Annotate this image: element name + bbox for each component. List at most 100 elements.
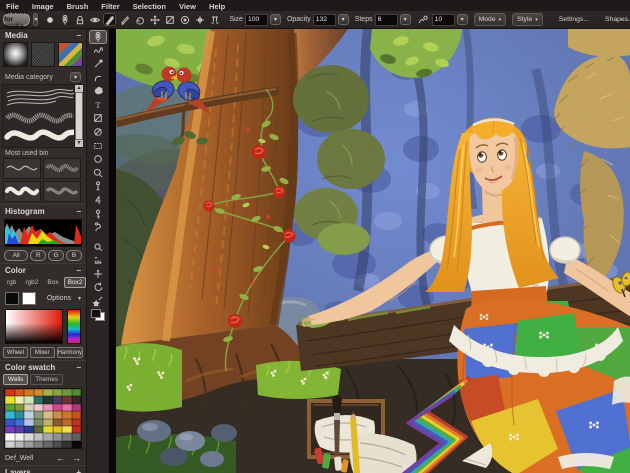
color-well-42[interactable]	[24, 425, 34, 434]
color-well-14[interactable]	[62, 396, 72, 404]
color-well-38[interactable]	[62, 418, 72, 426]
color-well-62[interactable]	[62, 440, 72, 449]
color-well-44[interactable]	[43, 425, 53, 434]
color-well-1[interactable]	[14, 389, 24, 397]
color-tab-box[interactable]: Box	[43, 277, 62, 288]
color-well-50[interactable]	[24, 433, 34, 441]
fg-color-chip[interactable]	[91, 308, 101, 318]
move-tool[interactable]	[89, 267, 107, 281]
color-well-52[interactable]	[43, 433, 53, 441]
media-stroke-list[interactable]: ▲ ▼	[2, 84, 84, 148]
size-value-field[interactable]: 100	[244, 13, 268, 26]
color-well-17[interactable]	[14, 403, 24, 412]
size-dropdown[interactable]: ▾	[269, 14, 281, 25]
thin-wave-thumb[interactable]	[3, 158, 41, 179]
color-well-2[interactable]	[24, 389, 34, 397]
color-well-63[interactable]	[71, 440, 81, 449]
spacing-value-field[interactable]: 10	[431, 13, 455, 26]
color-tab-rgb2[interactable]: rgb2	[21, 277, 42, 288]
color-swatch-collapse-button[interactable]: −	[76, 363, 81, 372]
color-tab-box2[interactable]: Box2	[63, 277, 86, 288]
harmony-button[interactable]: Harmony	[56, 347, 83, 358]
dot-icon[interactable]	[43, 13, 56, 26]
transform-icon[interactable]	[193, 13, 206, 26]
crop-tool[interactable]	[89, 112, 107, 126]
color-well-41[interactable]	[14, 425, 24, 434]
steps-value-field[interactable]: 6	[374, 13, 398, 26]
eye-icon[interactable]	[88, 13, 101, 26]
gray-wave-thumb[interactable]	[43, 181, 81, 202]
background-color-swatch[interactable]	[21, 292, 36, 305]
move-arrows-icon[interactable]	[148, 13, 161, 26]
histogram-channel-g[interactable]: G	[48, 250, 65, 261]
smudge-tool[interactable]	[89, 44, 107, 58]
scroll-down-arrow[interactable]: ▼	[75, 140, 83, 147]
color-well-60[interactable]	[43, 440, 53, 449]
menu-item-brush[interactable]: Brush	[67, 2, 89, 11]
foreground-color-swatch[interactable]	[5, 292, 19, 305]
blob-tool[interactable]	[89, 84, 107, 98]
curve-tool[interactable]	[89, 71, 107, 85]
color-well-29[interactable]	[52, 411, 62, 419]
symmetry-icon[interactable]	[208, 13, 221, 26]
pencil-icon[interactable]	[118, 13, 131, 26]
next-well-arrow[interactable]: →	[72, 453, 81, 463]
zoom-tool[interactable]	[89, 166, 107, 180]
rotate-tool[interactable]	[89, 281, 107, 295]
color-well-39[interactable]	[71, 418, 81, 426]
menu-item-view[interactable]: View	[179, 2, 196, 11]
color-well-21[interactable]	[52, 403, 62, 412]
anchor-tool[interactable]	[89, 193, 107, 207]
menu-item-image[interactable]: Image	[32, 2, 54, 11]
scroll-up-arrow[interactable]: ▲	[75, 85, 83, 92]
line-tool[interactable]	[89, 57, 107, 71]
color-well-11[interactable]	[33, 396, 43, 404]
menu-item-help[interactable]: Help	[209, 2, 225, 11]
color-well-24[interactable]	[5, 411, 15, 419]
histogram-channel-r[interactable]: R	[30, 250, 47, 261]
artwork-media-thumb[interactable]	[58, 42, 84, 67]
airbrush-icon[interactable]	[58, 13, 71, 26]
color-well-0[interactable]	[5, 389, 15, 397]
scrollbar-thumb[interactable]	[75, 92, 83, 140]
menu-item-filter[interactable]: Filter	[101, 2, 119, 11]
color-well-4[interactable]	[43, 389, 53, 397]
picker-zoom-tool[interactable]	[89, 240, 107, 254]
saturation-value-box[interactable]	[5, 309, 63, 344]
color-well-43[interactable]	[33, 425, 43, 434]
color-well-32[interactable]	[5, 418, 15, 426]
color-well-36[interactable]	[43, 418, 53, 426]
color-well-12[interactable]	[43, 396, 53, 404]
opacity-dropdown[interactable]: ▾	[337, 14, 349, 25]
media-collapse-button[interactable]: −	[76, 31, 81, 40]
brush-icon[interactable]	[103, 13, 117, 26]
redo-icon[interactable]	[133, 13, 146, 26]
color-well-18[interactable]	[24, 403, 34, 412]
airbrush-tool[interactable]	[89, 30, 107, 44]
hue-strip[interactable]	[67, 309, 81, 344]
wand-tool[interactable]	[89, 294, 107, 308]
color-well-55[interactable]	[71, 433, 81, 441]
color-well-37[interactable]	[52, 418, 62, 426]
settings-button[interactable]: Settings...	[559, 16, 589, 23]
shapes-button[interactable]: Shapes...	[605, 16, 630, 23]
color-well-28[interactable]	[43, 411, 53, 419]
color-well-25[interactable]	[14, 411, 24, 419]
color-well-57[interactable]	[14, 440, 24, 449]
color-well-16[interactable]	[5, 403, 15, 412]
color-well-27[interactable]	[33, 411, 43, 419]
fg-bg-color-swatches[interactable]	[91, 308, 105, 321]
opacity-value-field[interactable]: 132	[312, 13, 336, 26]
color-well-8[interactable]	[5, 396, 15, 404]
menu-item-selection[interactable]: Selection	[133, 2, 166, 11]
color-well-49[interactable]	[14, 433, 24, 441]
panel-layers[interactable]: Layers +	[0, 465, 86, 473]
color-well-48[interactable]	[5, 433, 15, 441]
color-well-7[interactable]	[71, 389, 81, 397]
color-well-40[interactable]	[5, 425, 15, 434]
pose-tool[interactable]	[89, 220, 107, 234]
key-tool[interactable]	[89, 207, 107, 221]
color-well-31[interactable]	[71, 411, 81, 419]
browse-for-media-button[interactable]: Browse for media...	[3, 9, 31, 30]
histogram-channel-b[interactable]: B	[66, 250, 82, 261]
